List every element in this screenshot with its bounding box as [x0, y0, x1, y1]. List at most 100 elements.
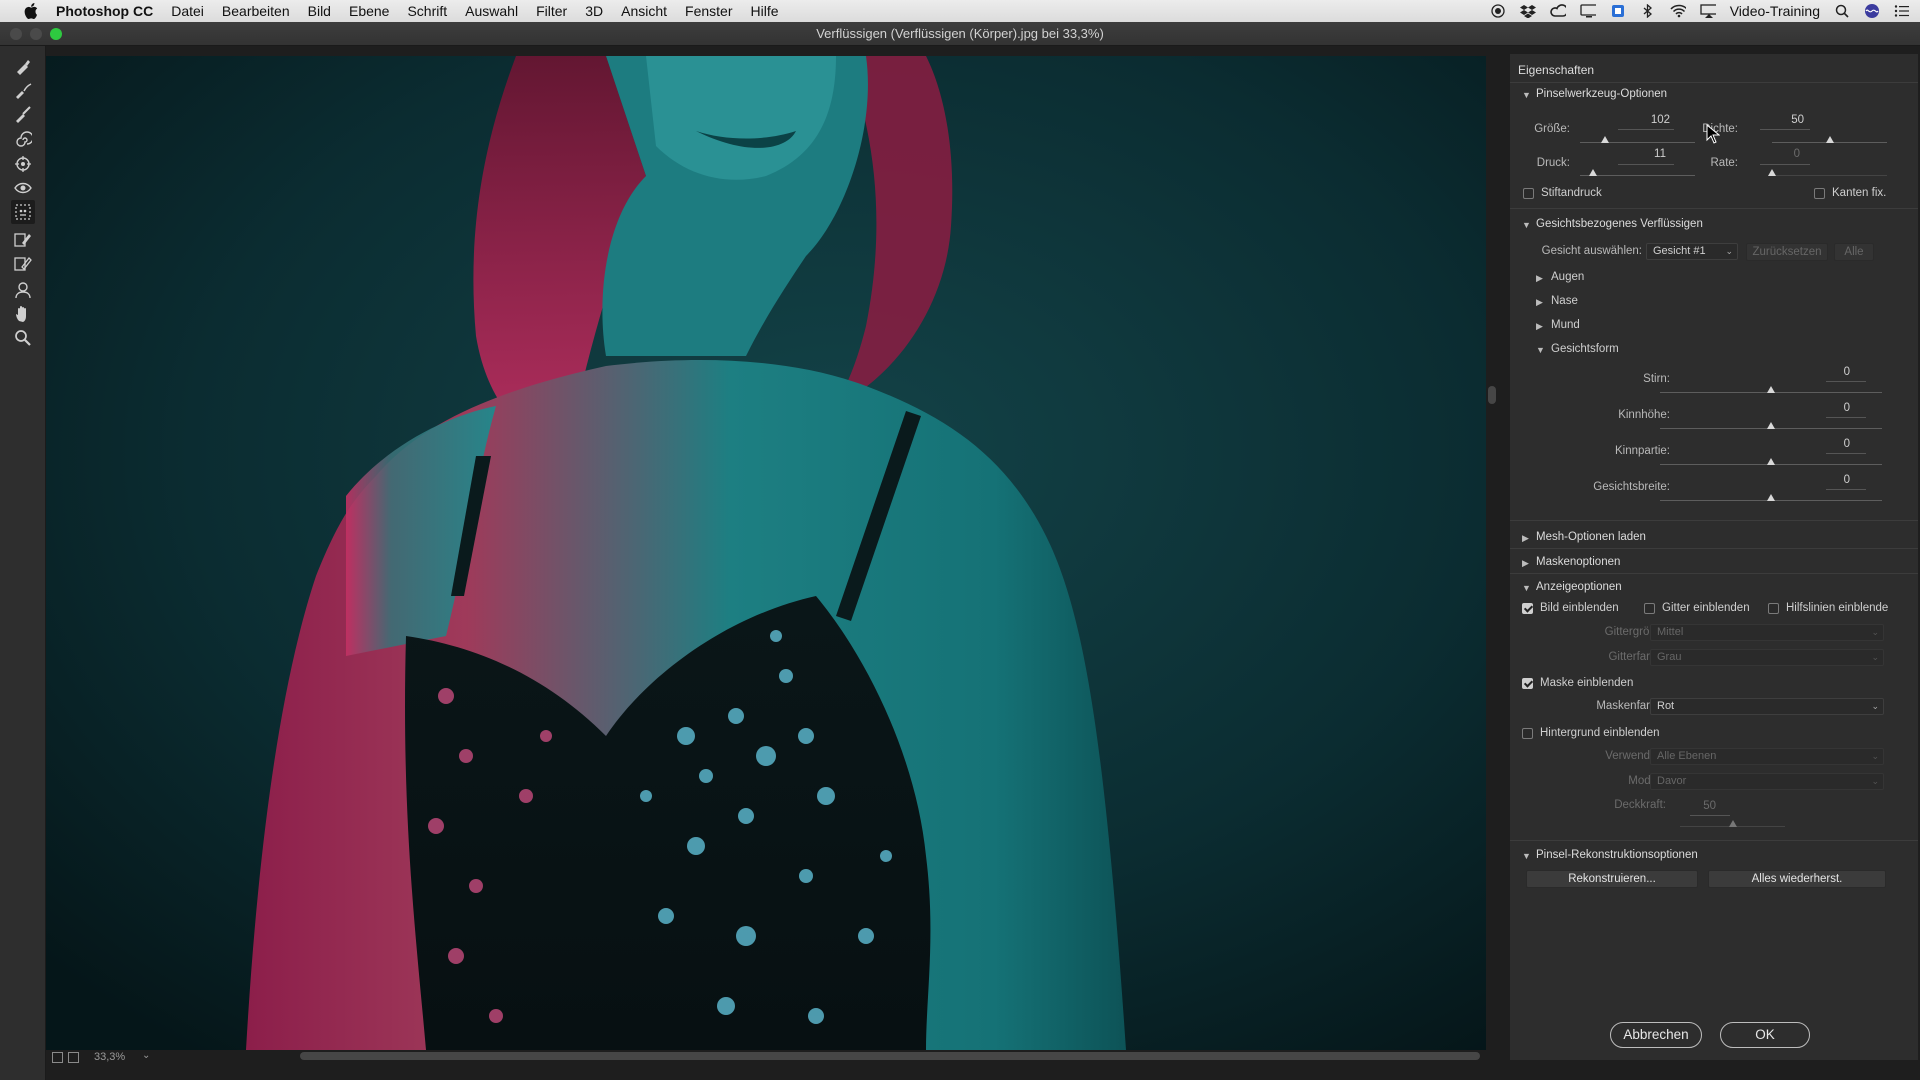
menu-hilfe[interactable]: Hilfe: [742, 0, 788, 22]
chevron-down-icon[interactable]: ⌄: [142, 1050, 150, 1061]
menu-schrift[interactable]: Schrift: [398, 0, 456, 22]
bluetooth-icon[interactable]: [1640, 3, 1656, 19]
show-backdrop-checkbox[interactable]: [1522, 728, 1533, 739]
jawline-slider-thumb[interactable]: [1767, 458, 1775, 465]
show-image-checkbox[interactable]: [1522, 603, 1533, 614]
smooth-tool-icon[interactable]: [11, 102, 35, 126]
opacity-value[interactable]: 50: [1686, 800, 1716, 812]
pin-edges-checkbox[interactable]: [1814, 188, 1825, 199]
vertical-scrollbar[interactable]: [1488, 386, 1496, 404]
notification-center-icon[interactable]: [1894, 3, 1910, 19]
collapse-triangle-icon[interactable]: ▼: [1536, 345, 1545, 355]
zoom-in-button[interactable]: [68, 1052, 79, 1063]
menu-bearbeiten[interactable]: Bearbeiten: [213, 0, 299, 22]
apple-menu-icon[interactable]: [18, 0, 44, 22]
eyes-section[interactable]: Augen: [1551, 271, 1584, 283]
image-canvas[interactable]: [46, 56, 1486, 1050]
menu-filter[interactable]: Filter: [527, 0, 576, 22]
reconstruct-button[interactable]: Rekonstruieren...: [1526, 870, 1698, 888]
ok-button[interactable]: OK: [1720, 1022, 1810, 1048]
menu-auswahl[interactable]: Auswahl: [456, 0, 527, 22]
show-guides-checkbox[interactable]: [1768, 603, 1779, 614]
hand-tool-icon[interactable]: [11, 302, 35, 326]
display-icon[interactable]: [1580, 3, 1596, 19]
forward-warp-tool-icon[interactable]: [11, 54, 35, 78]
all-faces-button[interactable]: Alle: [1834, 243, 1874, 261]
menu-3d[interactable]: 3D: [576, 0, 612, 22]
menu-ansicht[interactable]: Ansicht: [612, 0, 676, 22]
collapse-triangle-icon[interactable]: ▼: [1522, 90, 1531, 100]
rate-value[interactable]: 0: [1750, 148, 1800, 160]
creative-cloud-icon[interactable]: [1549, 3, 1566, 19]
face-width-value[interactable]: 0: [1800, 474, 1850, 486]
zoom-tool-icon[interactable]: [11, 326, 35, 350]
face-width-slider-thumb[interactable]: [1767, 494, 1775, 501]
dropbox-icon[interactable]: [1519, 3, 1536, 19]
chin-height-slider-thumb[interactable]: [1767, 422, 1775, 429]
nose-section[interactable]: Nase: [1551, 295, 1578, 307]
bloat-tool-icon[interactable]: [11, 176, 35, 200]
view-options-header[interactable]: Anzeigeoptionen: [1536, 581, 1622, 593]
expand-triangle-icon[interactable]: ▶: [1536, 321, 1543, 332]
expand-triangle-icon[interactable]: ▶: [1536, 297, 1543, 308]
mode-dropdown[interactable]: Davor ⌄: [1650, 773, 1884, 790]
show-mask-checkbox[interactable]: [1522, 678, 1533, 689]
mesh-size-dropdown[interactable]: Mittel ⌄: [1650, 624, 1884, 641]
airplay-icon[interactable]: [1700, 3, 1716, 19]
collapse-triangle-icon[interactable]: ▼: [1522, 583, 1531, 593]
pucker-tool-icon[interactable]: [11, 152, 35, 176]
pressure-slider-thumb[interactable]: [1588, 169, 1597, 176]
mask-color-dropdown[interactable]: Rot ⌄: [1650, 698, 1884, 715]
load-mesh-header[interactable]: Mesh-Optionen laden: [1536, 531, 1646, 543]
density-value[interactable]: 50: [1754, 114, 1804, 126]
app-icon[interactable]: [1610, 3, 1626, 19]
user-name[interactable]: Video-Training: [1730, 3, 1820, 19]
mask-options-header[interactable]: Maskenoptionen: [1536, 556, 1620, 568]
size-slider-thumb[interactable]: [1601, 136, 1610, 143]
wifi-icon[interactable]: [1670, 3, 1686, 19]
cancel-button[interactable]: Abbrechen: [1610, 1022, 1702, 1048]
size-slider-track[interactable]: [1580, 142, 1695, 143]
mesh-color-dropdown[interactable]: Grau ⌄: [1650, 649, 1884, 666]
thaw-mask-tool-icon[interactable]: [11, 252, 35, 276]
zoom-value[interactable]: 33,3%: [94, 1051, 125, 1063]
use-dropdown[interactable]: Alle Ebenen ⌄: [1650, 748, 1884, 765]
show-mesh-checkbox[interactable]: [1644, 603, 1655, 614]
chin-height-value[interactable]: 0: [1800, 402, 1850, 414]
rate-slider-thumb[interactable]: [1768, 169, 1776, 176]
pressure-slider-track[interactable]: [1580, 175, 1695, 176]
menu-ebene[interactable]: Ebene: [340, 0, 398, 22]
jawline-value[interactable]: 0: [1800, 438, 1850, 450]
reset-face-button[interactable]: Zurücksetzen: [1746, 243, 1828, 261]
freeze-mask-tool-icon[interactable]: [11, 228, 35, 252]
record-icon[interactable]: [1490, 3, 1506, 19]
face-select-tool-icon[interactable]: [11, 278, 35, 302]
reconstruct-options-header[interactable]: Pinsel-Rekonstruktionsoptionen: [1536, 849, 1698, 861]
mouth-section[interactable]: Mund: [1551, 319, 1580, 331]
density-slider-thumb[interactable]: [1825, 136, 1834, 143]
search-icon[interactable]: [1834, 3, 1850, 19]
size-value[interactable]: 102: [1620, 114, 1670, 126]
collapse-triangle-icon[interactable]: ▼: [1522, 851, 1531, 861]
face-liquify-header[interactable]: Gesichtsbezogenes Verflüssigen: [1536, 218, 1703, 230]
collapse-triangle-icon[interactable]: ▼: [1522, 220, 1531, 230]
stylus-pressure-checkbox[interactable]: [1523, 188, 1534, 199]
zoom-out-button[interactable]: [52, 1052, 63, 1063]
expand-triangle-icon[interactable]: ▶: [1522, 558, 1529, 569]
pressure-value[interactable]: 11: [1616, 148, 1666, 160]
forehead-value[interactable]: 0: [1800, 366, 1850, 378]
forehead-slider-thumb[interactable]: [1767, 386, 1775, 393]
expand-triangle-icon[interactable]: ▶: [1522, 533, 1529, 544]
face-tool-icon[interactable]: [11, 200, 35, 224]
menu-app[interactable]: Photoshop CC: [44, 0, 162, 22]
menu-datei[interactable]: Datei: [162, 0, 213, 22]
reconstruct-tool-icon[interactable]: [11, 78, 35, 102]
select-face-dropdown[interactable]: Gesicht #1 ⌄: [1646, 243, 1738, 260]
expand-triangle-icon[interactable]: ▶: [1536, 273, 1543, 284]
menu-fenster[interactable]: Fenster: [676, 0, 741, 22]
menu-bild[interactable]: Bild: [299, 0, 340, 22]
rate-slider-track[interactable]: [1772, 175, 1887, 176]
restore-all-button[interactable]: Alles wiederherst.: [1708, 870, 1886, 888]
face-shape-section[interactable]: Gesichtsform: [1551, 343, 1619, 355]
twirl-tool-icon[interactable]: [11, 128, 35, 152]
